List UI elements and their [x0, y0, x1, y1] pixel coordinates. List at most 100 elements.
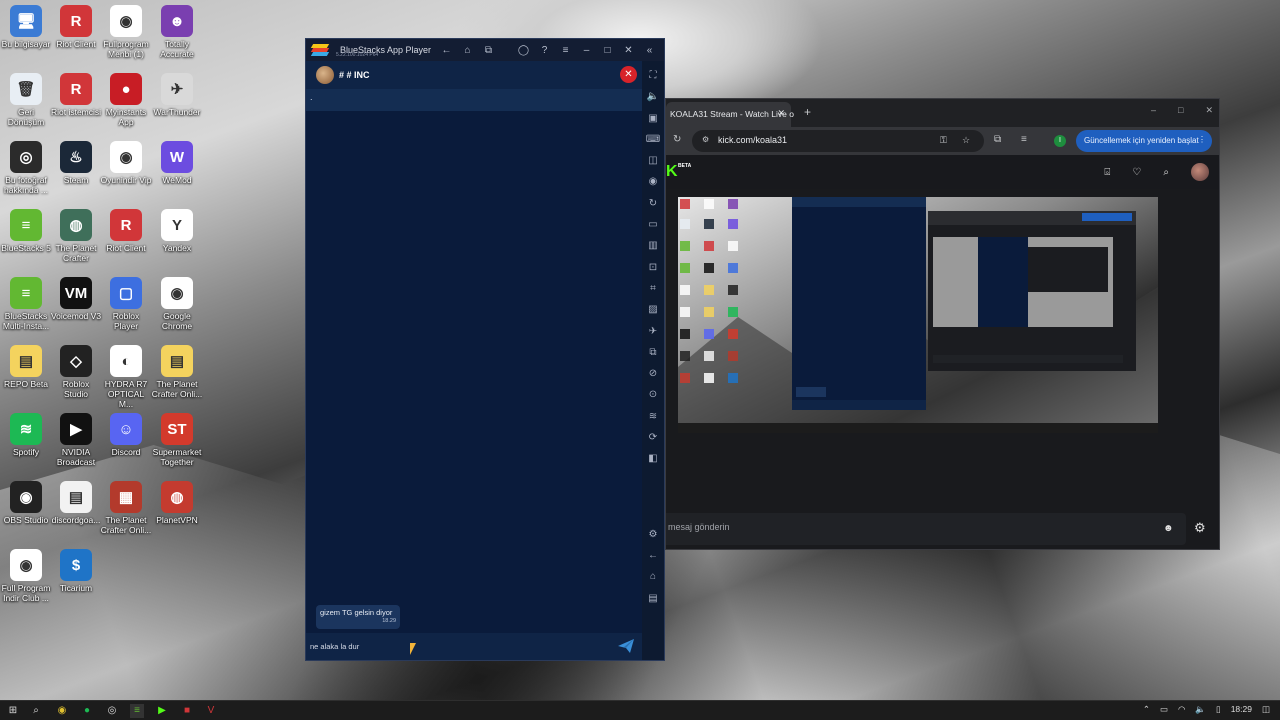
- desktop-icon[interactable]: ◍ The Planet Crafter: [50, 209, 102, 263]
- location-icon[interactable]: ⊙: [649, 384, 657, 405]
- start-icon[interactable]: ⊞: [6, 704, 20, 718]
- desktop-icon[interactable]: ▦ The Planet Crafter Onli...: [100, 481, 152, 535]
- desktop-icon[interactable]: ≡ BlueStacks Multi-Insta...: [0, 277, 52, 331]
- site-info-icon[interactable]: ⚙: [702, 135, 709, 144]
- clock-time[interactable]: 18:29: [1231, 704, 1252, 715]
- desktop-icon[interactable]: ◉ Fullprogram Menbi (1): [100, 5, 152, 59]
- close-icon[interactable]: ✕: [1205, 105, 1213, 116]
- fullscreen-icon[interactable]: ⛶: [650, 65, 657, 86]
- maximize-icon[interactable]: □: [1178, 105, 1183, 116]
- game-controls-icon[interactable]: ◫: [648, 150, 657, 171]
- bookmark-star-icon[interactable]: ☆: [962, 135, 970, 146]
- desktop-icon[interactable]: ▤ REPO Beta: [0, 345, 52, 389]
- reload-icon[interactable]: ↻: [673, 134, 681, 145]
- recent-apps-icon[interactable]: ▤: [648, 588, 657, 609]
- back-icon[interactable]: ←: [436, 45, 457, 56]
- search-icon[interactable]: ⌕: [29, 704, 43, 718]
- desktop-icon[interactable]: ◇ Roblox Studio: [50, 345, 102, 399]
- browser-tab[interactable]: KOALA31 Stream - Watch Live o ✕: [666, 102, 794, 127]
- desktop-icon[interactable]: ☺ Discord: [100, 413, 152, 457]
- desktop-icon[interactable]: ◍ PlanetVPN: [151, 481, 203, 525]
- search-icon[interactable]: ⌕: [1163, 167, 1169, 178]
- desktop-icon[interactable]: ▤ discordgoa...: [50, 481, 102, 525]
- desktop-icon[interactable]: ▤ The Planet Crafter Onli...: [151, 345, 203, 399]
- desktop-icon[interactable]: ≡ BlueStacks 5: [0, 209, 52, 253]
- send-icon[interactable]: [618, 639, 634, 653]
- desktop-icon[interactable]: ST Supermarket Together: [151, 413, 203, 467]
- chat-settings-icon[interactable]: ⚙: [1194, 520, 1206, 536]
- minimize-icon[interactable]: –: [1151, 105, 1156, 116]
- home-icon[interactable]: ⌂: [457, 45, 478, 56]
- gallery-icon[interactable]: ▨: [648, 299, 657, 320]
- capture-icon[interactable]: ⌗: [650, 278, 656, 299]
- chat-input[interactable]: ne alaka la dur: [306, 633, 642, 660]
- volume-icon[interactable]: 🔈: [647, 86, 659, 107]
- riot-taskbar-icon[interactable]: ■: [180, 704, 194, 718]
- user-avatar[interactable]: [1191, 163, 1209, 181]
- layers-icon[interactable]: ≋: [649, 406, 657, 427]
- wifi-icon[interactable]: ◠: [1178, 704, 1185, 715]
- new-tab-icon[interactable]: +: [804, 105, 811, 119]
- copy-icon[interactable]: ⧉: [649, 342, 656, 363]
- chrome-taskbar-icon[interactable]: ◉: [55, 704, 69, 718]
- desktop-icon[interactable]: W WeMod: [151, 141, 203, 185]
- heart-icon[interactable]: ♡: [1132, 167, 1141, 178]
- desktop-icon[interactable]: R Riot istemcisi: [50, 73, 102, 117]
- desktop-icon[interactable]: ≋ Spotify: [0, 413, 52, 457]
- notification-icon[interactable]: ◫: [1262, 704, 1270, 715]
- maximize-icon[interactable]: □: [597, 45, 618, 56]
- menu-icon[interactable]: ≡: [555, 45, 576, 56]
- desktop-icon[interactable]: Y Yandex: [151, 209, 203, 253]
- desktop-icon[interactable]: 🗑 Geri Dönüşüm: [0, 73, 52, 127]
- emoji-icon[interactable]: ☻: [1163, 523, 1174, 534]
- network-icon[interactable]: ▭: [1160, 704, 1168, 715]
- sync-icon[interactable]: ⟳: [649, 427, 657, 448]
- extensions-icon[interactable]: ⧉: [994, 134, 1001, 145]
- chat-message[interactable]: gizem TG gelsin diyor 18.29: [316, 605, 400, 629]
- desktop-icon[interactable]: 🖥 Bu bilgisayar: [0, 5, 52, 49]
- sidebar-toggle-icon[interactable]: ◧: [648, 448, 657, 469]
- replay-icon[interactable]: ↻: [649, 193, 657, 214]
- keyboard-icon[interactable]: ⌨: [646, 129, 660, 150]
- chat-avatar[interactable]: [316, 66, 334, 84]
- profile-avatar[interactable]: I: [1054, 135, 1066, 147]
- desktop-icon[interactable]: R Riot Client: [100, 209, 152, 253]
- settings-icon[interactable]: ⚙: [649, 524, 658, 545]
- kick-logo[interactable]: K: [666, 163, 678, 181]
- help-icon[interactable]: ?: [534, 45, 555, 56]
- desktop-icon[interactable]: ◉ Full Program Indir Club ...: [0, 549, 52, 603]
- media-controls-icon[interactable]: ≡: [1021, 134, 1027, 145]
- minimize-icon[interactable]: –: [576, 45, 597, 56]
- chat-close-button[interactable]: ✕: [620, 66, 637, 83]
- airplane-icon[interactable]: ✈: [649, 321, 657, 342]
- password-key-icon[interactable]: ⚿: [940, 135, 947, 146]
- address-bar[interactable]: ⚙ kick.com/koala31 ⚿ ☆: [692, 130, 984, 152]
- stream-player[interactable]: [678, 197, 1158, 433]
- gift-icon[interactable]: ⌺: [1104, 167, 1110, 178]
- pinned-message[interactable]: .: [306, 89, 642, 111]
- desktop-icon[interactable]: ◉ Oyunindir Vip: [100, 141, 152, 185]
- valorant-taskbar-icon[interactable]: V: [204, 704, 218, 718]
- screenshot-icon[interactable]: ⊡: [649, 257, 657, 278]
- android-back-icon[interactable]: ←: [648, 545, 658, 566]
- chat-message-input[interactable]: mesaj gönderin: [666, 513, 1186, 545]
- update-button[interactable]: Güncellemek için yeniden başlat ⋮: [1076, 130, 1212, 152]
- collapse-sidebar-icon[interactable]: «: [639, 45, 660, 56]
- android-home-icon[interactable]: ⌂: [650, 566, 656, 587]
- chrome-menu-icon[interactable]: ⋮: [1198, 135, 1206, 144]
- desktop-icon[interactable]: ● Myinstants App: [100, 73, 152, 127]
- media-icon[interactable]: ▣: [648, 108, 657, 129]
- spotify-taskbar-icon[interactable]: ●: [80, 704, 94, 718]
- desktop-icon[interactable]: VM Voicemod V3: [50, 277, 102, 321]
- close-icon[interactable]: ✕: [618, 45, 639, 56]
- volume-icon[interactable]: 🔈: [1195, 704, 1206, 715]
- desktop-icon[interactable]: ☻ Totally Accurate: [151, 5, 203, 59]
- record-icon[interactable]: ◉: [649, 171, 658, 192]
- desktop-icon[interactable]: ◉ OBS Studio: [0, 481, 52, 525]
- eco-icon[interactable]: ⊘: [649, 363, 657, 384]
- desktop-icon[interactable]: ▢ Roblox Player: [100, 277, 152, 331]
- desktop-icon[interactable]: R Riot Client: [50, 5, 102, 49]
- desktop-icon[interactable]: ♨ Steam: [50, 141, 102, 185]
- bluestacks-titlebar[interactable]: BlueStacks App Player 5.22.100.1024 P64 …: [306, 39, 664, 61]
- macro-icon[interactable]: ▭: [648, 214, 657, 235]
